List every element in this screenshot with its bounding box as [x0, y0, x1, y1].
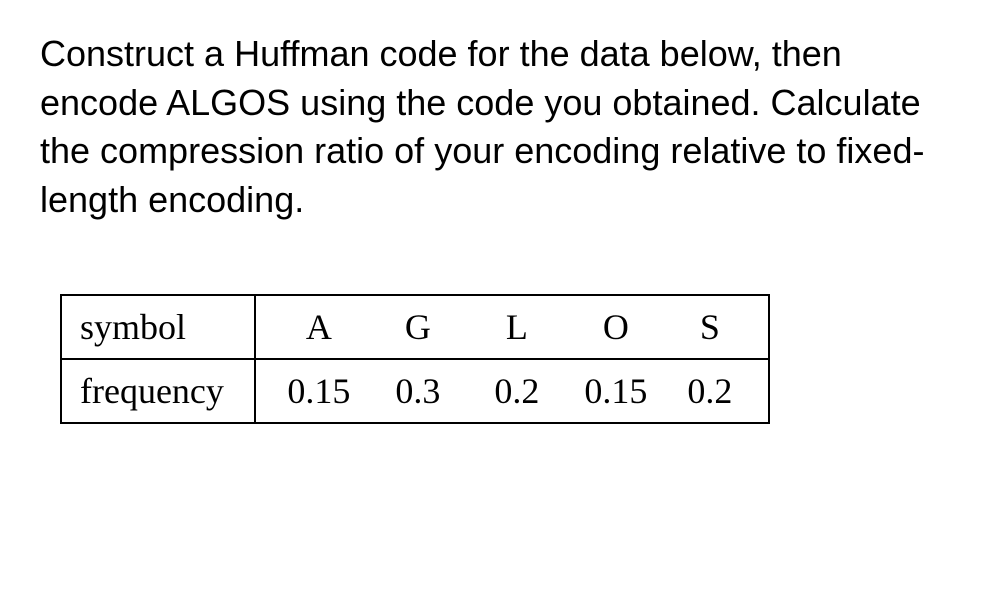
- symbol-row-label: symbol: [61, 295, 255, 359]
- frequency-l: 0.2: [472, 370, 562, 412]
- frequency-row-label: frequency: [61, 359, 255, 423]
- frequency-g: 0.3: [373, 370, 463, 412]
- symbol-g: G: [373, 306, 463, 348]
- frequency-row-values: 0.15 0.3 0.2 0.15 0.2: [255, 359, 769, 423]
- frequency-a: 0.15: [274, 370, 364, 412]
- table-row-symbol: symbol A G L O S: [61, 295, 769, 359]
- symbol-o: O: [571, 306, 661, 348]
- symbol-l: L: [472, 306, 562, 348]
- symbol-a: A: [274, 306, 364, 348]
- symbol-s: S: [670, 306, 750, 348]
- symbol-row-values: A G L O S: [255, 295, 769, 359]
- frequency-o: 0.15: [571, 370, 661, 412]
- frequency-table: symbol A G L O S frequency 0.15 0.3 0.2 …: [60, 294, 770, 424]
- question-text: Construct a Huffman code for the data be…: [40, 30, 954, 224]
- table-row-frequency: frequency 0.15 0.3 0.2 0.15 0.2: [61, 359, 769, 423]
- frequency-s: 0.2: [670, 370, 750, 412]
